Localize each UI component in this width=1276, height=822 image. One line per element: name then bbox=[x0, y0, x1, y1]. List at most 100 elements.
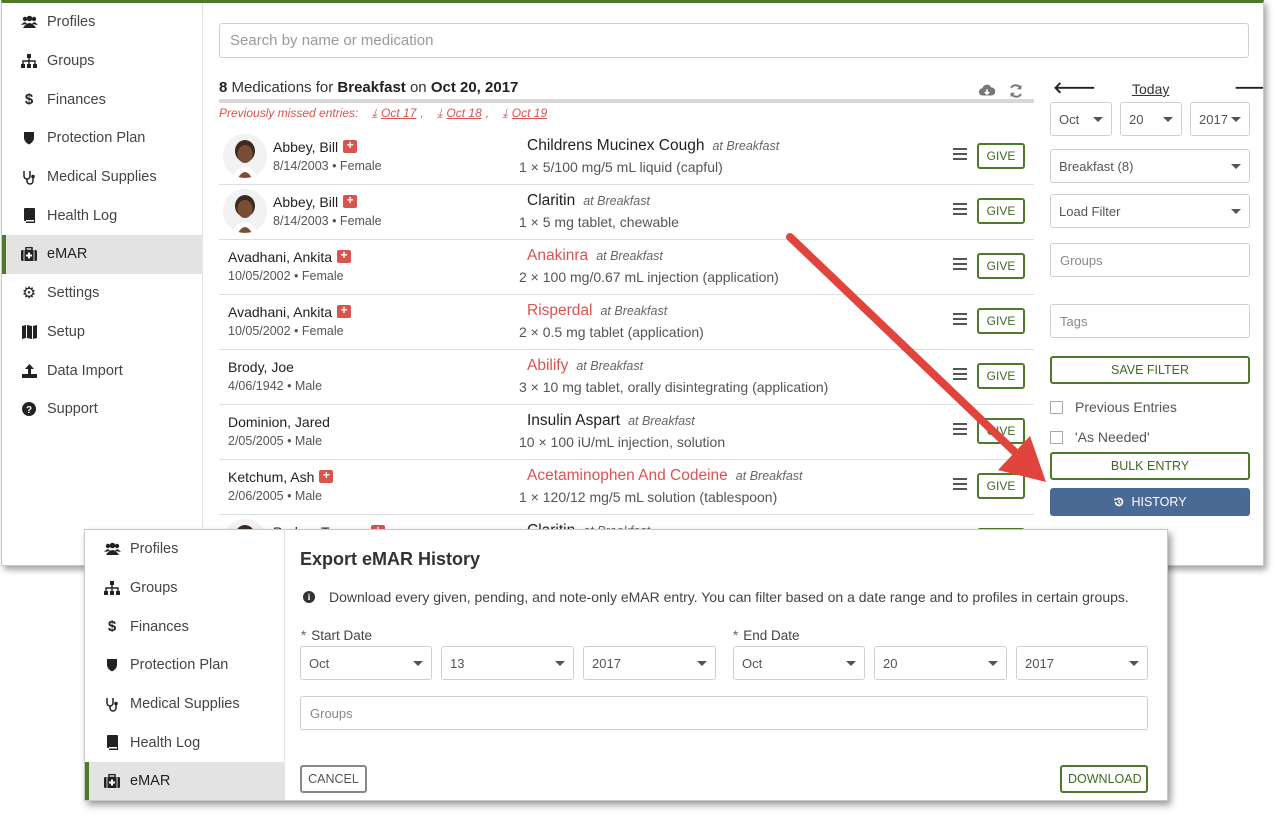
day-select[interactable]: 20 bbox=[1120, 102, 1182, 136]
sidebar-item-support[interactable]: ? Support bbox=[2, 390, 202, 429]
sidebar-item-medical-supplies[interactable]: Medical Supplies bbox=[2, 158, 202, 197]
sidebar-item-medical-supplies[interactable]: Medical Supplies bbox=[85, 685, 284, 724]
load-filter-select[interactable]: Load Filter bbox=[1050, 194, 1250, 228]
hamburger-menu-icon[interactable] bbox=[953, 423, 967, 435]
bulk-entry-button[interactable]: BULK ENTRY bbox=[1050, 452, 1250, 480]
sidebar-item-protection-plan[interactable]: Protection Plan bbox=[2, 119, 202, 158]
checkbox[interactable] bbox=[1050, 430, 1063, 444]
patient-name[interactable]: Avadhani, Ankita bbox=[228, 249, 332, 265]
missed-date-link[interactable]: Oct 18 bbox=[446, 106, 481, 120]
end-year-select[interactable]: 2017 bbox=[1016, 646, 1148, 680]
cloud-download-icon[interactable] bbox=[978, 82, 996, 100]
meal-select[interactable]: Breakfast (8) bbox=[1050, 149, 1250, 183]
search-input[interactable] bbox=[219, 23, 1249, 58]
sidebar-item-emar[interactable]: eMAR bbox=[85, 762, 284, 800]
give-button[interactable]: GIVE bbox=[977, 253, 1025, 279]
patient-name-cell[interactable]: Avadhani, Ankita bbox=[228, 303, 352, 320]
arrow-right-icon[interactable]: 🡒 bbox=[1234, 77, 1263, 98]
medication-name-cell: Anakinra at Breakfast bbox=[527, 247, 663, 265]
sidebar-item-label: Protection Plan bbox=[130, 657, 229, 674]
hamburger-menu-icon[interactable] bbox=[953, 148, 967, 160]
cancel-button[interactable]: CANCEL bbox=[300, 765, 367, 793]
give-button[interactable]: GIVE bbox=[977, 473, 1025, 499]
previous-entries-checkbox[interactable]: Previous Entries bbox=[1050, 399, 1177, 415]
upload-icon bbox=[20, 363, 38, 378]
missed-date-link[interactable]: Oct 17 bbox=[381, 106, 416, 120]
sidebar-item-data-import[interactable]: Data Import bbox=[2, 351, 202, 390]
tags-placeholder: Tags bbox=[1060, 313, 1088, 329]
hamburger-menu-icon[interactable] bbox=[953, 203, 967, 215]
sidebar-item-health-log[interactable]: Health Log bbox=[85, 723, 284, 762]
as-needed-checkbox[interactable]: 'As Needed' bbox=[1050, 429, 1150, 445]
sidebar-item-health-log[interactable]: Health Log bbox=[2, 196, 202, 235]
history-button[interactable]: HISTORY bbox=[1050, 488, 1250, 516]
medication-row: Abbey, Bill 8/14/2003 • Female Childrens M… bbox=[219, 130, 1034, 185]
month-select[interactable]: Oct bbox=[1050, 102, 1112, 136]
tags-input[interactable]: Tags bbox=[1050, 304, 1250, 338]
missed-entries: Previously missed entries: ⤓ Oct 17 , ⤓ Oc… bbox=[219, 106, 547, 121]
header-divider bbox=[219, 99, 1034, 103]
patient-name[interactable]: Dominion, Jared bbox=[228, 414, 330, 430]
sidebar-item-profiles[interactable]: Profiles bbox=[85, 530, 284, 569]
sidebar-item-groups[interactable]: Groups bbox=[85, 569, 284, 608]
groups-input[interactable]: Groups bbox=[1050, 243, 1250, 277]
arrow-left-icon[interactable]: 🡐 bbox=[1053, 77, 1096, 98]
patient-name-cell[interactable]: Abbey, Bill bbox=[273, 138, 358, 155]
patient-name-cell[interactable]: Brody, Joe bbox=[228, 359, 294, 375]
patient-name[interactable]: Abbey, Bill bbox=[273, 194, 338, 210]
emar-window: Profiles Groups $ Finances Protection Plan Me… bbox=[1, 0, 1264, 566]
year-select[interactable]: 2017 bbox=[1190, 102, 1250, 136]
patient-name-cell[interactable]: Dominion, Jared bbox=[228, 414, 330, 430]
sidebar-item-settings[interactable]: ⚙ Settings bbox=[2, 274, 202, 313]
missed-entry[interactable]: ⤓ Oct 18 bbox=[437, 106, 482, 121]
give-button[interactable]: GIVE bbox=[977, 308, 1025, 334]
patient-name[interactable]: Abbey, Bill bbox=[273, 139, 338, 155]
medication-time: at Breakfast bbox=[600, 304, 668, 318]
history-label: HISTORY bbox=[1131, 495, 1187, 509]
patient-name[interactable]: Avadhani, Ankita bbox=[228, 304, 332, 320]
avatar bbox=[223, 189, 267, 233]
patient-name-cell[interactable]: Abbey, Bill bbox=[273, 193, 358, 210]
medication-row: Brody, Joe 4/06/1942 • Male Abilify at Brea… bbox=[219, 350, 1034, 405]
hamburger-menu-icon[interactable] bbox=[953, 478, 967, 490]
download-button[interactable]: DOWNLOAD bbox=[1060, 765, 1148, 793]
give-button[interactable]: GIVE bbox=[977, 363, 1025, 389]
refresh-icon[interactable] bbox=[1007, 82, 1025, 100]
start-year-select[interactable]: 2017 bbox=[583, 646, 716, 680]
sidebar-item-emar[interactable]: eMAR bbox=[2, 235, 202, 274]
patient-name-cell[interactable]: Ketchum, Ash bbox=[228, 468, 334, 485]
header-text-2: on bbox=[409, 79, 427, 96]
sidebar-item-profiles[interactable]: Profiles bbox=[2, 3, 202, 42]
sidebar-item-label: eMAR bbox=[47, 246, 88, 263]
patient-name[interactable]: Ketchum, Ash bbox=[228, 469, 314, 485]
give-button[interactable]: GIVE bbox=[977, 143, 1025, 169]
medical-alert-icon bbox=[337, 303, 352, 318]
dialog-groups-input[interactable]: Groups bbox=[300, 696, 1148, 730]
sidebar-item-protection-plan[interactable]: Protection Plan bbox=[85, 646, 284, 685]
dollar-icon: $ bbox=[24, 91, 34, 109]
end-day-select[interactable]: 20 bbox=[874, 646, 1007, 680]
give-button[interactable]: GIVE bbox=[977, 198, 1025, 224]
sidebar-item-finances[interactable]: $ Finances bbox=[2, 80, 202, 119]
sidebar-item-setup[interactable]: Setup bbox=[2, 313, 202, 352]
end-month-select[interactable]: Oct bbox=[733, 646, 865, 680]
chevron-down-icon bbox=[988, 660, 998, 666]
start-month-select[interactable]: Oct bbox=[300, 646, 432, 680]
hamburger-menu-icon[interactable] bbox=[953, 368, 967, 380]
medication-name-cell: Insulin Aspart at Breakfast bbox=[527, 412, 695, 430]
give-button[interactable]: GIVE bbox=[977, 418, 1025, 444]
patient-name[interactable]: Brody, Joe bbox=[228, 359, 294, 375]
hamburger-menu-icon[interactable] bbox=[953, 258, 967, 270]
sidebar-item-finances[interactable]: $ Finances bbox=[85, 607, 284, 646]
patient-name-cell[interactable]: Avadhani, Ankita bbox=[228, 248, 352, 265]
start-day-select[interactable]: 13 bbox=[441, 646, 574, 680]
medication-dose: 10 × 100 iU/mL injection, solution bbox=[519, 434, 726, 450]
checkbox[interactable] bbox=[1050, 400, 1063, 414]
save-filter-button[interactable]: SAVE FILTER bbox=[1050, 356, 1250, 384]
today-link[interactable]: Today bbox=[1132, 81, 1169, 97]
missed-date-link[interactable]: Oct 19 bbox=[512, 106, 547, 120]
missed-entry[interactable]: ⤓ Oct 19 bbox=[502, 106, 547, 121]
missed-entry[interactable]: ⤓ Oct 17 bbox=[372, 106, 417, 121]
sidebar-item-groups[interactable]: Groups bbox=[2, 42, 202, 81]
hamburger-menu-icon[interactable] bbox=[953, 313, 967, 325]
